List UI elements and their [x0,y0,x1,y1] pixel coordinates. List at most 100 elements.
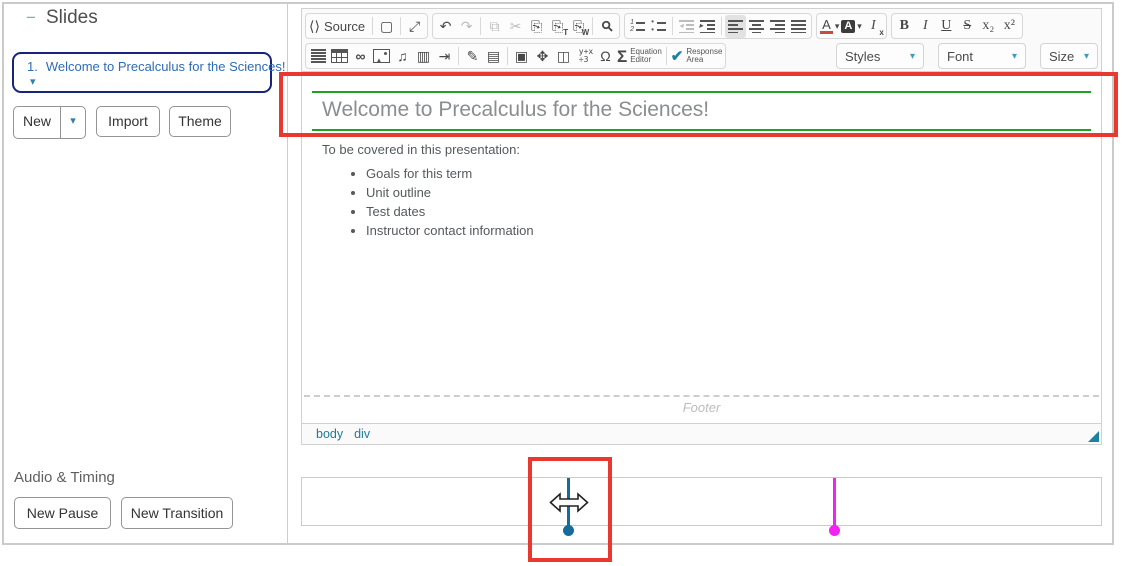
response-area-button[interactable]: ✔ResponseArea [670,45,724,68]
element-path-item-body[interactable]: body [316,427,343,441]
theme-button[interactable]: Theme [169,106,231,137]
new-slide-split-button: New ▾ [13,106,86,139]
bullet-item[interactable]: Goals for this term [366,166,1081,181]
toolbar-separator [372,17,373,35]
source-button[interactable]: ⟨⟩Source [308,15,369,38]
timeline-marker-magenta-line[interactable] [833,478,836,528]
special-character-icon[interactable]: Ω [595,45,616,68]
background-color-icon[interactable]: A▾ [840,15,862,38]
math-preview-icon[interactable]: y+x÷3 [574,45,595,68]
bullet-list: Goals for this term Unit outline Test date… [322,166,1081,238]
link-icon[interactable]: ∞ [350,45,371,68]
slide-list-item-1[interactable]: 1.Welcome to Precalculus for the Science… [12,52,272,93]
horizontal-resize-cursor-icon [549,491,589,519]
size-dropdown[interactable]: Size▾ [1040,43,1098,69]
styles-dropdown[interactable]: Styles▾ [836,43,924,69]
align-left-icon[interactable] [725,15,746,38]
chevron-down-icon: ▾ [1084,51,1089,62]
toolbar-group: ⟨⟩Source ▢ ⤢ [305,13,428,39]
toolbar-separator [507,47,508,65]
align-right-icon[interactable] [767,15,788,38]
toolbar-separator [721,17,722,35]
toolbar-separator [480,17,481,35]
import-button[interactable]: Import [96,106,160,137]
toolbar-group: ∞ ♫▥⇥ ✎▤ ▣✥◫y+x÷3ΩΣEquationEditor ✔ResponseA… [305,43,726,69]
new-pause-button[interactable]: New Pause [14,497,111,529]
new-slide-dropdown-caret-icon[interactable]: ▾ [60,107,85,138]
toolbar-row-2: ∞ ♫▥⇥ ✎▤ ▣✥◫y+x÷3ΩΣEquationEditor ✔ResponseA… [305,42,1098,70]
audio-icon[interactable]: ♫ [392,45,413,68]
toolbar-separator [672,17,673,35]
text-color-icon[interactable]: A▾ [819,15,840,38]
image-icon[interactable] [371,45,392,68]
slide-item-label: 1.Welcome to Precalculus for the Science… [27,59,286,74]
timeline-marker-magenta-dot[interactable] [829,525,840,536]
sidebar-divider [287,4,288,543]
select-all-icon[interactable]: ▢ [376,15,397,38]
italic-icon[interactable]: I [915,15,936,38]
columns-icon[interactable]: ◫ [553,45,574,68]
bullet-item[interactable]: Test dates [366,204,1081,219]
toolbar-group [624,13,812,39]
superscript-icon[interactable]: x² [999,15,1020,38]
redo-icon[interactable]: ↷ [456,15,477,38]
chevron-down-icon: ▾ [835,21,840,32]
chevron-down-icon: ▾ [910,51,915,62]
toolbar-separator [400,17,401,35]
audio-timing-timeline[interactable] [301,477,1102,526]
equation-editor-button[interactable]: ΣEquationEditor [616,45,663,68]
toolbar-separator [458,47,459,65]
strikethrough-icon[interactable]: S [957,15,978,38]
font-dropdown[interactable]: Font▾ [938,43,1026,69]
slides-collapse-toggle[interactable]: − [26,8,36,28]
toolbar-group: ↶↷ ⧉✂⎘⎘T⎘W ⚲ [432,13,620,39]
new-slide-button[interactable]: New [14,107,60,138]
slide-body-block[interactable]: To be covered in this presentation: Goal… [322,142,1081,242]
move-icon[interactable]: ✥ [532,45,553,68]
body-intro-text[interactable]: To be covered in this presentation: [322,142,1081,157]
toolbar-row-1: ⟨⟩Source▢⤢↶↷⧉✂⎘⎘T⎘W⚲A▾A▾IxBIUSx₂x² [305,12,1098,40]
copy-icon[interactable]: ⧉ [484,15,505,38]
bold-icon[interactable]: B [894,15,915,38]
slides-panel-title: Slides [46,7,98,29]
slide-title-block[interactable]: Welcome to Precalculus for the Sciences! [312,91,1091,131]
insert-file-icon[interactable]: ⇥ [434,45,455,68]
decrease-indent-icon[interactable] [676,15,697,38]
new-transition-button[interactable]: New Transition [121,497,233,529]
paste-from-word-icon[interactable]: ⎘W [568,15,589,38]
timeline-marker-blue-dot[interactable] [563,525,574,536]
paste-icon[interactable]: ⎘ [526,15,547,38]
slide-editor-app: − Slides 1.Welcome to Precalculus for th… [0,0,1122,566]
bullet-item[interactable]: Instructor contact information [366,223,1081,238]
undo-icon[interactable]: ↶ [435,15,456,38]
copy-formatting-icon[interactable]: ✎ [462,45,483,68]
underline-icon[interactable]: U [936,15,957,38]
chevron-down-icon: ▾ [857,21,862,32]
video-icon[interactable]: ▥ [413,45,434,68]
editor-status-bar: bodydiv [302,423,1101,444]
bulleted-list-icon[interactable] [648,15,669,38]
element-path-item-div[interactable]: div [354,427,370,441]
find-icon[interactable]: ⚲ [596,15,617,38]
remove-format-icon[interactable]: Ix [863,15,884,38]
maximize-icon[interactable]: ⤢ [404,15,425,38]
align-justify-icon[interactable] [788,15,809,38]
subscript-icon[interactable]: x₂ [978,15,999,38]
numbered-list-icon[interactable] [627,15,648,38]
paste-plain-text-icon[interactable]: ⎘T [547,15,568,38]
editor-toolbar: ⟨⟩Source▢⤢↶↷⧉✂⎘⎘T⎘W⚲A▾A▾IxBIUSx₂x² ∞♫▥⇥✎… [302,9,1101,72]
footer-placeholder[interactable]: Footer [304,395,1099,415]
table-icon[interactable] [329,45,350,68]
horizontal-rule-icon[interactable] [308,45,329,68]
div-container-icon[interactable]: ▣ [511,45,532,68]
rich-text-editor: ⟨⟩Source▢⤢↶↷⧉✂⎘⎘T⎘W⚲A▾A▾IxBIUSx₂x² ∞♫▥⇥✎… [301,8,1102,445]
cut-icon[interactable]: ✂ [505,15,526,38]
slide-item-menu-caret-icon[interactable]: ▾ [30,77,270,88]
editor-resize-handle[interactable] [1088,431,1099,442]
align-center-icon[interactable] [746,15,767,38]
increase-indent-icon[interactable] [697,15,718,38]
editable-content-area[interactable]: Welcome to Precalculus for the Sciences!… [302,72,1101,423]
bullet-item[interactable]: Unit outline [366,185,1081,200]
spellcheck-icon[interactable]: ▤ [483,45,504,68]
toolbar-group: A▾A▾Ix [816,13,887,39]
